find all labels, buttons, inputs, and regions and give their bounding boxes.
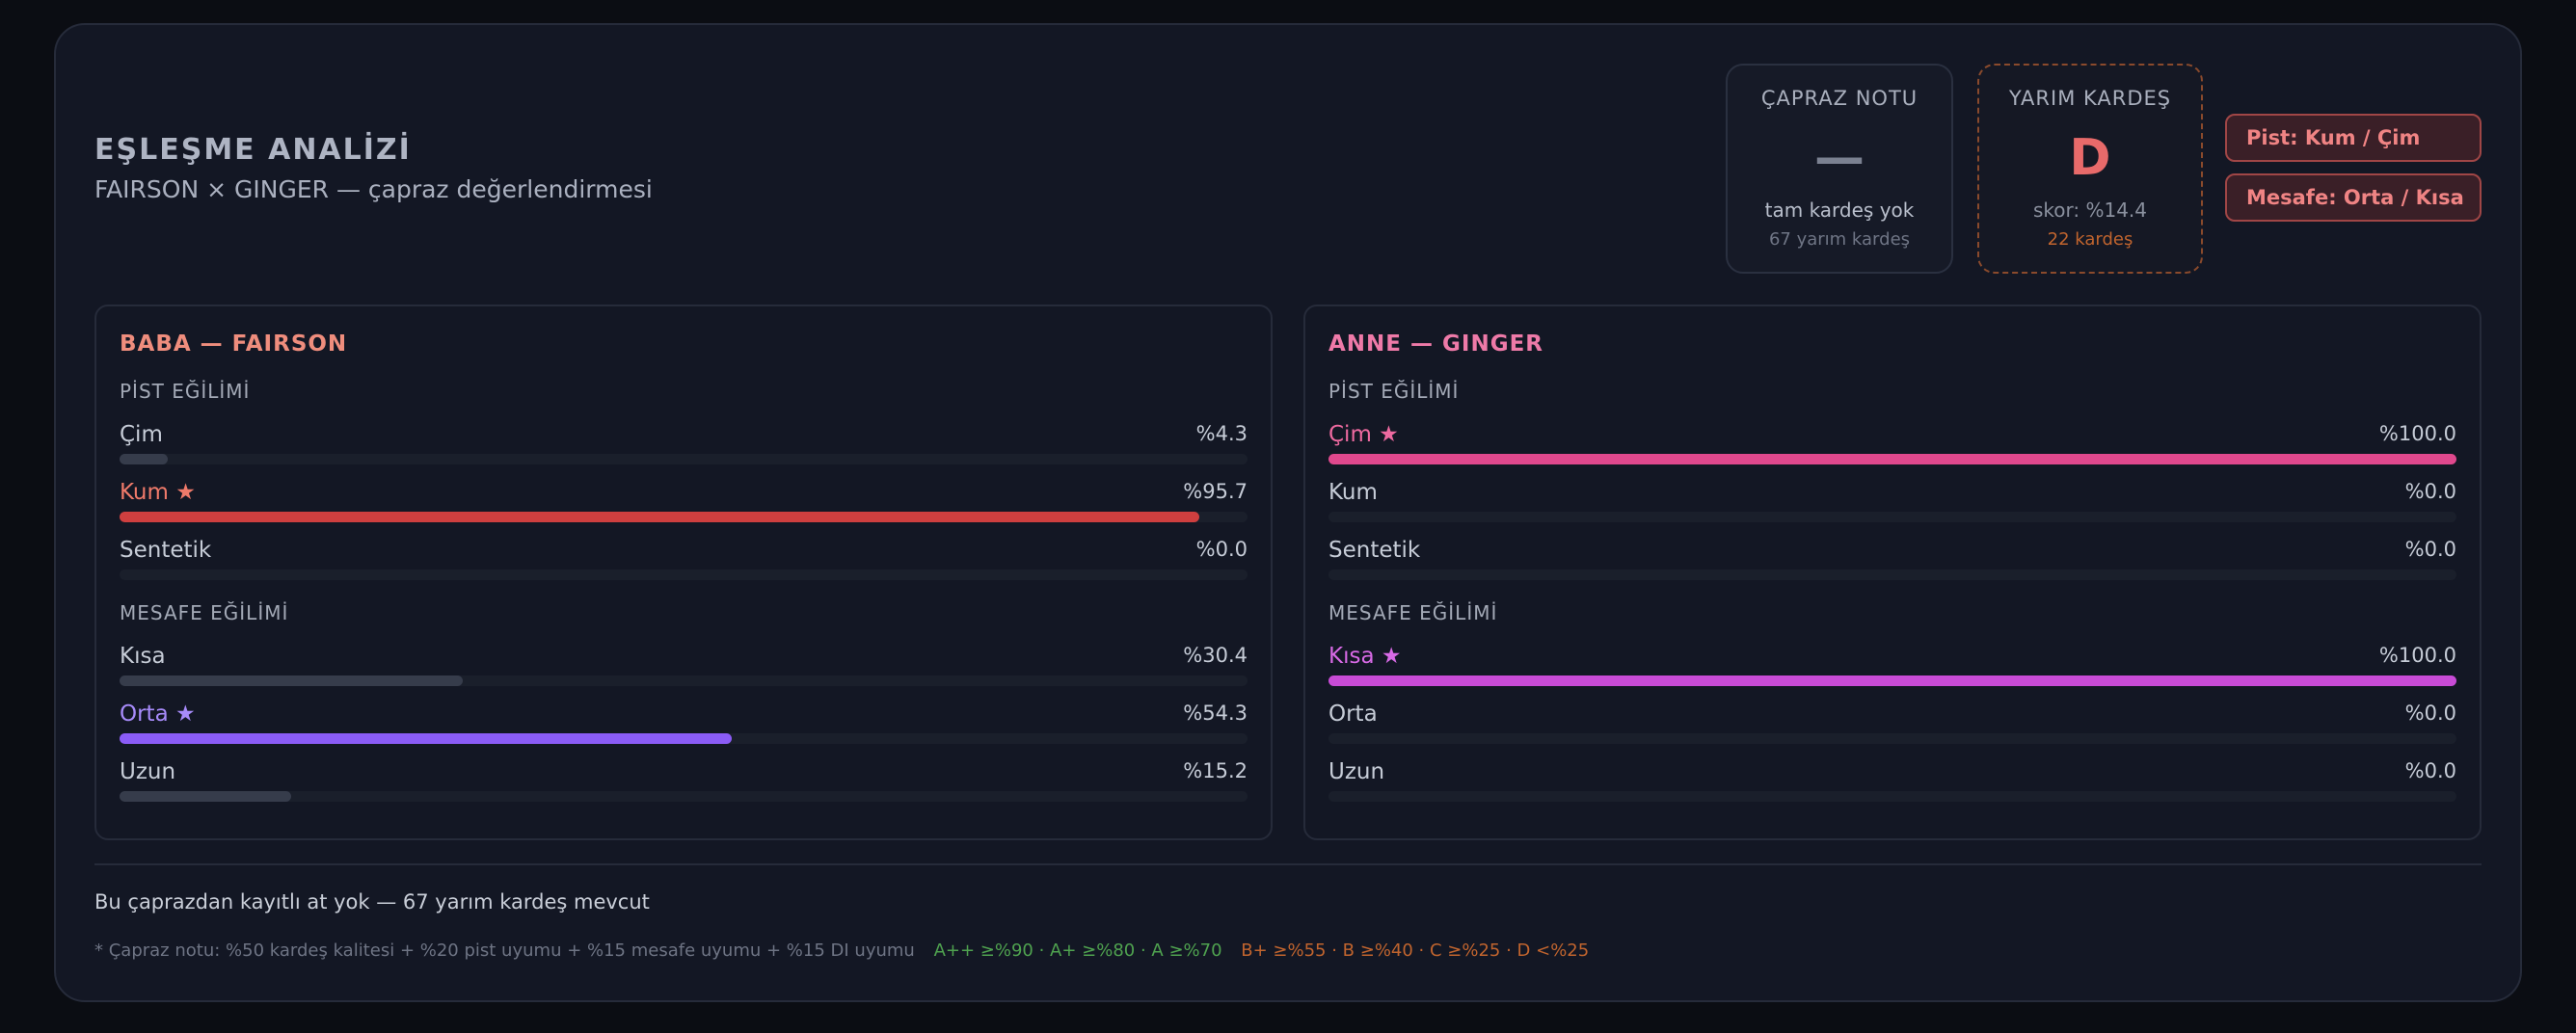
- dam-track-row: Çim ★ %100.0: [1328, 422, 2456, 476]
- half-sibling-count: 22 kardeş: [2047, 229, 2133, 250]
- row-percent: %0.0: [2404, 538, 2456, 561]
- row-label: Çim: [120, 422, 163, 447]
- progress-track: [120, 454, 1248, 464]
- progress-track: [120, 512, 1248, 522]
- row-percent: %54.3: [1183, 702, 1248, 725]
- cross-grade-value: —: [1814, 129, 1865, 187]
- dam-distance-section-label: MESAFE EĞİLİMİ: [1328, 601, 1498, 624]
- row-percent: %0.0: [2404, 480, 2456, 503]
- row-percent: %30.4: [1183, 644, 1248, 667]
- row-percent: %100.0: [2378, 644, 2456, 667]
- progress-track: [1328, 791, 2456, 802]
- row-label: Çim ★: [1328, 422, 1399, 447]
- sire-track-row: Kum ★ %95.7: [120, 480, 1248, 534]
- half-sibling-grade-label: YARIM KARDEŞ: [2008, 87, 2172, 110]
- progress-track: [1328, 569, 2456, 580]
- row-percent: %0.0: [1195, 538, 1248, 561]
- sire-distance-section-label: MESAFE EĞİLİMİ: [120, 601, 289, 624]
- sire-distance-row: Kısa %30.4: [120, 644, 1248, 698]
- page-title: EŞLEŞME ANALİZİ: [94, 133, 412, 167]
- progress-track: [1328, 733, 2456, 744]
- crossing-note: Bu çaprazdan kayıtlı at yok — 67 yarım k…: [94, 890, 650, 914]
- row-percent: %15.2: [1183, 759, 1248, 782]
- page-subtitle: FAIRSON × GINGER — çapraz değerlendirmes…: [94, 175, 653, 203]
- grade-legend-good: A++ ≥%90 · A+ ≥%80 · A ≥%70: [933, 940, 1222, 961]
- row-label: Orta: [1328, 702, 1378, 727]
- row-label: Sentetik: [1328, 538, 1421, 563]
- dam-track-row: Sentetik %0.0: [1328, 538, 2456, 592]
- row-label: Orta ★: [120, 702, 196, 727]
- row-percent: %0.0: [2404, 702, 2456, 725]
- row-label: Kısa: [120, 644, 166, 669]
- grade-legend: * Çapraz notu: %50 kardeş kalitesi + %20…: [94, 940, 1589, 961]
- row-percent: %0.0: [2404, 759, 2456, 782]
- progress-track: [120, 675, 1248, 686]
- progress-fill: [120, 512, 1199, 522]
- sire-distance-row: Uzun %15.2: [120, 759, 1248, 813]
- row-label: Uzun: [120, 759, 176, 784]
- dam-track-row: Kum %0.0: [1328, 480, 2456, 534]
- row-label: Uzun: [1328, 759, 1385, 784]
- row-percent: %100.0: [2378, 422, 2456, 445]
- progress-fill: [120, 675, 463, 686]
- row-percent: %4.3: [1195, 422, 1248, 445]
- grade-legend-low: B+ ≥%55 · B ≥%40 · C ≥%25 · D <%25: [1241, 940, 1590, 961]
- dam-distance-row: Uzun %0.0: [1328, 759, 2456, 813]
- cross-grade-box: ÇAPRAZ NOTU — tam kardeş yok 67 yarım ka…: [1726, 64, 1953, 274]
- half-sibling-grade-box: YARIM KARDEŞ D skor: %14.4 22 kardeş: [1977, 64, 2203, 274]
- row-label: Sentetik: [120, 538, 212, 563]
- row-label: Kum: [1328, 480, 1378, 505]
- sire-track-section-label: PİST EĞİLİMİ: [120, 380, 251, 403]
- row-label: Kısa ★: [1328, 644, 1402, 669]
- progress-track: [1328, 675, 2456, 686]
- dam-panel: ANNE — GINGER PİST EĞİLİMİ Çim ★ %100.0 …: [1303, 305, 2482, 840]
- cross-grade-detail: tam kardeş yok: [1764, 199, 1915, 222]
- sire-title: BABA — FAIRSON: [120, 331, 348, 357]
- sire-track-row: Sentetik %0.0: [120, 538, 1248, 592]
- grade-formula: * Çapraz notu: %50 kardeş kalitesi + %20…: [94, 940, 915, 961]
- progress-track: [120, 569, 1248, 580]
- sire-track-row: Çim %4.3: [120, 422, 1248, 476]
- cross-grade-count: 67 yarım kardeş: [1768, 229, 1911, 250]
- row-percent: %95.7: [1183, 480, 1248, 503]
- progress-track: [1328, 512, 2456, 522]
- progress-track: [120, 733, 1248, 744]
- distance-tag: Mesafe: Orta / Kısa: [2225, 173, 2482, 222]
- dam-distance-row: Orta %0.0: [1328, 702, 2456, 755]
- dam-distance-row: Kısa ★ %100.0: [1328, 644, 2456, 698]
- progress-track: [1328, 454, 2456, 464]
- sire-panel: BABA — FAIRSON PİST EĞİLİMİ Çim %4.3 Kum…: [94, 305, 1273, 840]
- row-label: Kum ★: [120, 480, 196, 505]
- sire-distance-row: Orta ★ %54.3: [120, 702, 1248, 755]
- progress-fill: [1328, 454, 2456, 464]
- dam-title: ANNE — GINGER: [1328, 331, 1544, 357]
- progress-fill: [1328, 675, 2456, 686]
- footer-divider: [94, 863, 2482, 865]
- progress-track: [120, 791, 1248, 802]
- half-sibling-score: skor: %14.4: [2032, 199, 2148, 222]
- cross-grade-label: ÇAPRAZ NOTU: [1760, 87, 1919, 110]
- progress-fill: [120, 733, 733, 744]
- progress-fill: [120, 454, 169, 464]
- track-tag: Pist: Kum / Çim: [2225, 114, 2482, 162]
- half-sibling-grade-value: D: [2069, 129, 2111, 187]
- dam-track-section-label: PİST EĞİLİMİ: [1328, 380, 1460, 403]
- progress-fill: [120, 791, 291, 802]
